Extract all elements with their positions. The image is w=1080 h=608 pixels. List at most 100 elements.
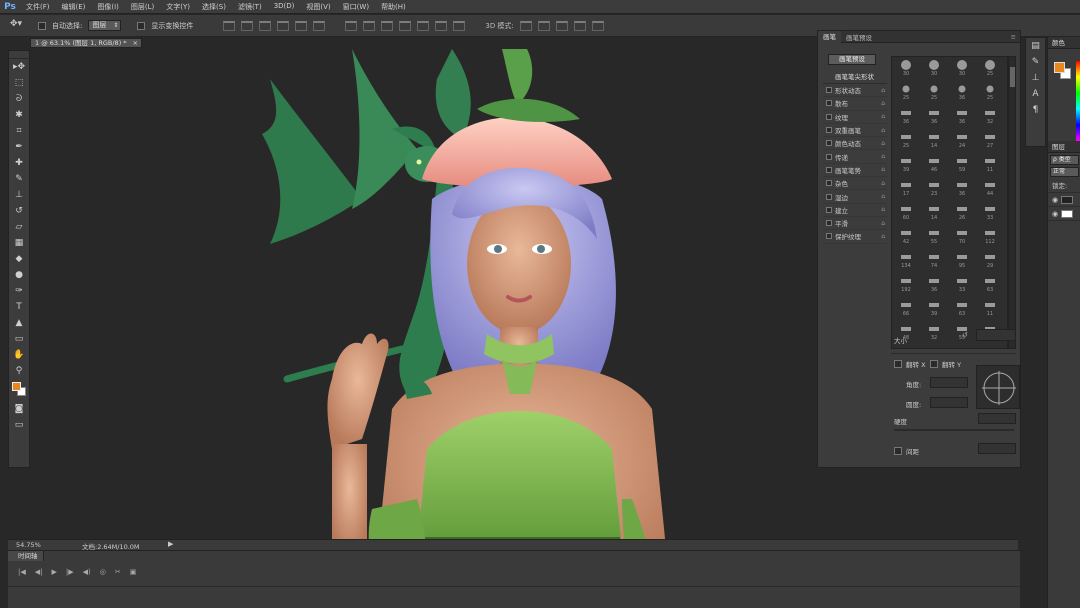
roundness-input[interactable] (930, 397, 968, 408)
pen-tool-icon[interactable]: ✑ (9, 283, 29, 299)
layer-row[interactable]: ◉ (1048, 207, 1080, 221)
menu-item[interactable]: 文件(F) (20, 2, 56, 12)
gradient-tool-icon[interactable]: ▦ (9, 235, 29, 251)
tool-panel-grip[interactable] (9, 51, 29, 59)
lock-icon[interactable]: ⌂ (881, 100, 885, 107)
marquee-tool-icon[interactable]: ⬚ (9, 75, 29, 91)
layer-row[interactable]: ◉ (1048, 193, 1080, 207)
3d-pan-icon[interactable] (555, 20, 568, 31)
brush-option-checkbox[interactable] (826, 113, 832, 120)
healing-tool-icon[interactable]: ✚ (9, 155, 29, 171)
timeline-control-icon[interactable]: ◀| (35, 568, 43, 576)
spacing-checkbox[interactable] (894, 447, 902, 455)
brush-option-item[interactable]: 散布 ⌂ (823, 97, 887, 111)
tab-brush-presets[interactable]: 画笔预设 (841, 32, 877, 42)
size-input[interactable] (976, 329, 1016, 341)
brush-option-checkbox[interactable] (826, 140, 832, 147)
timeline-control-icon[interactable]: ◎ (100, 568, 106, 576)
document-tab[interactable]: 1 @ 63.1% (图层 1, RGB/8) * × (30, 38, 142, 48)
brush-option-item[interactable]: 纹理 ⌂ (823, 111, 887, 124)
paragraph-panel-icon[interactable]: ¶ (1026, 102, 1045, 118)
brush-option-item[interactable]: 建立 ⌂ (823, 204, 887, 217)
color-panel-foreground[interactable] (1054, 62, 1065, 73)
lock-icon[interactable]: ⌂ (881, 233, 885, 240)
hardness-slider[interactable] (894, 429, 1014, 431)
brush-option-checkbox[interactable] (826, 127, 832, 134)
history-brush-tool-icon[interactable]: ↺ (9, 203, 29, 219)
move-tool-preset-icon[interactable]: ✥▾ (10, 19, 32, 33)
menu-item[interactable]: 窗口(W) (337, 2, 375, 12)
lock-icon[interactable]: ⌂ (881, 153, 885, 160)
history-panel-icon[interactable]: ▤ (1026, 38, 1045, 54)
3d-slide-icon[interactable] (573, 20, 586, 31)
brush-option-checkbox[interactable] (826, 193, 832, 200)
type-tool-icon[interactable]: T (9, 299, 29, 315)
eyedropper-tool-icon[interactable]: ✒ (9, 139, 29, 155)
distribute-left-icon[interactable] (399, 20, 412, 31)
visibility-eye-icon[interactable]: ◉ (1052, 210, 1058, 218)
distribute-bottom-icon[interactable] (381, 20, 394, 31)
lasso-tool-icon[interactable]: ᘐ (9, 91, 29, 107)
shape-tool-icon[interactable]: ▭ (9, 331, 29, 347)
close-document-icon[interactable]: × (133, 39, 138, 47)
brush-option-item[interactable]: 传递 ⌂ (823, 150, 887, 164)
brush-option-checkbox[interactable] (826, 153, 832, 160)
lock-icon[interactable]: ⌂ (881, 113, 885, 120)
menu-item[interactable]: 编辑(E) (56, 2, 92, 12)
align-vcenter-icon[interactable] (241, 20, 254, 31)
timeline-control-icon[interactable]: ✂ (115, 568, 121, 576)
brush-tip-shape-item[interactable]: 画笔笔尖形状 (823, 71, 887, 84)
brush-tip-grid[interactable]: 30 30 30 25 25 25 36 25 36 36 36 32 25 14 24 27 39 46 59 11… (891, 56, 1008, 349)
brush-option-checkbox[interactable] (826, 220, 832, 227)
tab-color[interactable]: 颜色 (1048, 37, 1080, 49)
brush-option-item[interactable]: 双重画笔 ⌂ (823, 124, 887, 138)
timeline-control-icon[interactable]: ◀) (83, 568, 91, 576)
brush-grid-scrollbar[interactable] (1008, 56, 1016, 349)
menu-item[interactable]: 图像(I) (91, 2, 125, 12)
timeline-tab[interactable]: 时间轴 (8, 551, 44, 561)
reset-size-icon[interactable]: ↺ (962, 331, 968, 339)
align-hcenter-icon[interactable] (295, 20, 308, 31)
brush-option-item[interactable]: 杂色 ⌂ (823, 177, 887, 191)
hand-tool-icon[interactable]: ✋ (9, 347, 29, 363)
zoom-level[interactable]: 54.75% (16, 541, 41, 549)
spacing-input[interactable] (978, 443, 1016, 454)
stamp-tool-icon[interactable]: ⊥ (9, 187, 29, 203)
menu-item[interactable]: 文字(Y) (160, 2, 196, 12)
flip-y-checkbox[interactable] (930, 360, 938, 368)
menu-item[interactable]: 视图(V) (300, 2, 336, 12)
quick-mask-icon[interactable]: ◙ (9, 401, 29, 417)
brush-angle-preview[interactable] (976, 365, 1020, 409)
menu-item[interactable]: 帮助(H) (375, 2, 412, 12)
brush-option-checkbox[interactable] (826, 87, 832, 94)
dodge-tool-icon[interactable]: ● (9, 267, 29, 283)
angle-input[interactable] (930, 377, 968, 388)
3d-scale-icon[interactable] (591, 20, 604, 31)
magic-wand-tool-icon[interactable]: ✱ (9, 107, 29, 123)
color-spectrum[interactable] (1076, 61, 1080, 141)
brush-option-checkbox[interactable] (826, 180, 832, 187)
menu-item[interactable]: 选择(S) (196, 2, 232, 12)
brush-option-item[interactable]: 保护纹理 ⌂ (823, 230, 887, 244)
timeline-control-icon[interactable]: ▶ (52, 568, 57, 576)
distribute-vcenter-icon[interactable] (363, 20, 376, 31)
status-menu-arrow-icon[interactable]: ▶ (168, 540, 173, 548)
brush-option-checkbox[interactable] (826, 233, 832, 240)
timeline-control-icon[interactable]: |▶ (66, 568, 74, 576)
panel-menu-icon[interactable]: ≡ (1011, 33, 1016, 41)
auto-select-dropdown[interactable]: 图层 (88, 20, 122, 31)
lock-icon[interactable]: ⌂ (881, 140, 885, 147)
brush-panel-icon[interactable]: ✎ (1026, 54, 1045, 70)
3d-roll-icon[interactable] (537, 20, 550, 31)
flip-x-checkbox[interactable] (894, 360, 902, 368)
menu-item[interactable]: 图层(L) (125, 2, 160, 12)
foreground-color-swatch[interactable] (12, 382, 21, 391)
align-left-icon[interactable] (277, 20, 290, 31)
color-swatches[interactable] (9, 379, 29, 401)
timeline-control-icon[interactable]: ▣ (130, 568, 137, 576)
distribute-hcenter-icon[interactable] (417, 20, 430, 31)
screen-mode-icon[interactable]: ▭ (9, 417, 29, 433)
brush-option-item[interactable]: 颜色动态 ⌂ (823, 137, 887, 151)
distribute-top-icon[interactable] (345, 20, 358, 31)
brush-option-item[interactable]: 画笔笔势 ⌂ (823, 164, 887, 178)
